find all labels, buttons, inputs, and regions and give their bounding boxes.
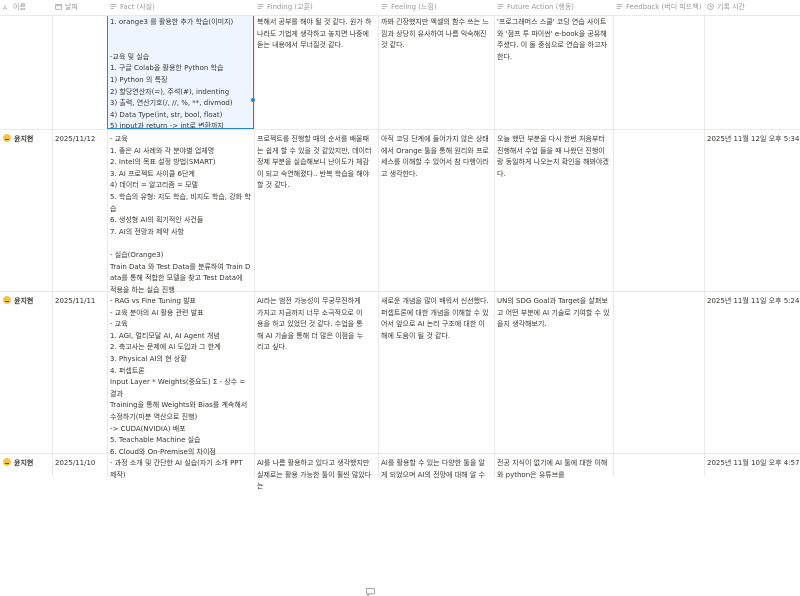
- text-icon: [257, 4, 264, 9]
- date-cell[interactable]: 2025/11/10: [52, 454, 107, 470]
- finding-cell[interactable]: AI라는 범전 가능성이 무궁무진하게 가지고 지금까지 너무 소극적으로 이용…: [254, 292, 378, 354]
- future-action-cell[interactable]: '프로그래머스 스쿨' 코딩 연습 사이트와 '점프 투 파이썬' e-book…: [494, 15, 613, 63]
- table-row[interactable]: 윤지현 2025/11/11 - RAG vs Fine Tuning 발표 -…: [0, 292, 800, 596]
- table-row[interactable]: 윤지현 2025/11/10 - 과정 소개 및 간단한 AI 실습(자기 소개…: [0, 454, 800, 490]
- future-action-cell[interactable]: UN의 SDG Goal과 Target을 살펴보고 어떤 부분에 AI 기술로…: [494, 292, 613, 331]
- column-header-name[interactable]: A 이름: [0, 0, 52, 15]
- column-header-feeling[interactable]: Feeling (느낌): [378, 0, 494, 15]
- feeling-cell[interactable]: AI를 활용할 수 있는 다양한 툴을 알게 되었으며 AI의 전망에 대해 알…: [378, 454, 494, 481]
- table-row[interactable]: 1. orange3 를 활용한 추가 학습(이미지) -교육 및 실습 1. …: [0, 15, 800, 130]
- name-cell[interactable]: 윤지현: [0, 454, 52, 470]
- finding-cell[interactable]: 프로젝트를 진행할 때의 순서를 배울때는 쉽게 할 수 있을 것 같았지만, …: [254, 130, 378, 192]
- fact-cell[interactable]: - 과정 소개 및 간단한 AI 실습(자기 소개 PPT 제작): [107, 454, 254, 481]
- feedback-cell[interactable]: [613, 292, 704, 296]
- date-cell[interactable]: 2025/11/12: [52, 130, 107, 146]
- record-time-cell: 2025년 11월 10일 오후 4:57: [707, 459, 800, 467]
- smile-emoji-icon: [3, 134, 11, 142]
- fact-cell-editing[interactable]: 1. orange3 를 활용한 추가 학습(이미지) -교육 및 실습 1. …: [107, 15, 254, 129]
- record-time-cell: 2025년 11월 11일 오후 5:24: [707, 297, 800, 305]
- finding-cell[interactable]: AI를 나름 활용하고 있다고 생각했지만 실제로는 활용 가능한 툴이 훨씬 …: [254, 454, 378, 493]
- fact-cell[interactable]: - 교육 1. 좋은 AI 사례와 각 분야별 업체명 2. Intel의 목표…: [107, 130, 254, 296]
- feeling-cell[interactable]: 새로운 개념을 많이 배워서 신선했다. 퍼셉트론에 대한 개념을 이해할 수 …: [378, 292, 494, 342]
- comment-icon[interactable]: [366, 588, 375, 596]
- clock-icon: [707, 3, 714, 10]
- record-time-cell: 2025년 11월 12일 오후 5:34: [707, 135, 800, 143]
- smile-emoji-icon: [3, 458, 11, 466]
- text-icon: [110, 4, 117, 9]
- text-icon: [616, 4, 623, 9]
- name-cell[interactable]: 윤지현: [0, 130, 52, 146]
- feedback-cell[interactable]: [613, 454, 704, 458]
- name-cell[interactable]: 윤지현: [0, 292, 52, 308]
- table-row[interactable]: 윤지현 2025/11/12 - 교육 1. 좋은 AI 사례와 각 분야별 업…: [0, 130, 800, 294]
- svg-text:A: A: [3, 5, 7, 10]
- calendar-icon: [55, 4, 62, 10]
- feeling-cell[interactable]: 아직 코딩 단계에 들어가지 않은 상태에서 Orange 툴을 통해 원리와 …: [378, 130, 494, 180]
- text-icon: [497, 4, 504, 9]
- date-cell[interactable]: 2025/11/11: [52, 292, 107, 308]
- aa-icon: A: [3, 5, 7, 10]
- future-action-cell[interactable]: 전공 지식이 없기에 AI 툴에 대한 이해와 python은 유튜브를: [494, 454, 613, 481]
- feeling-cell[interactable]: 까봐 긴장했지만 엑셀의 함수 쓰는 느낌과 상당히 유사하여 나름 익숙해진 …: [378, 15, 494, 52]
- feedback-cell[interactable]: [613, 130, 704, 134]
- column-header-feedback[interactable]: Feedback (버디 피드백): [613, 0, 704, 15]
- column-header-future-action[interactable]: Future Action (행동): [494, 0, 613, 15]
- table-header: A 이름 날짜 Fact (사실) Finding (교훈) Feeling (느…: [0, 0, 800, 16]
- column-header-record-time[interactable]: 기록 시간: [704, 0, 800, 15]
- smile-emoji-icon: [3, 296, 11, 304]
- text-icon: [381, 4, 388, 9]
- fact-cell[interactable]: - RAG vs Fine Tuning 발표 - 교육 분야의 AI 활용 관…: [107, 292, 254, 458]
- future-action-cell[interactable]: 오늘 했던 부분을 다시 한번 처음부터 진행해서 수업 들을 때 나왔던 진행…: [494, 130, 613, 180]
- column-header-finding[interactable]: Finding (교훈): [254, 0, 378, 15]
- cell-resize-handle[interactable]: [251, 98, 255, 102]
- finding-cell[interactable]: 복해서 공부를 해야 될 것 같다. 원가 하나라도 기법게 생각하고 놓치면 …: [254, 15, 378, 52]
- column-header-fact[interactable]: Fact (사실): [107, 0, 254, 15]
- column-header-date[interactable]: 날짜: [52, 0, 107, 15]
